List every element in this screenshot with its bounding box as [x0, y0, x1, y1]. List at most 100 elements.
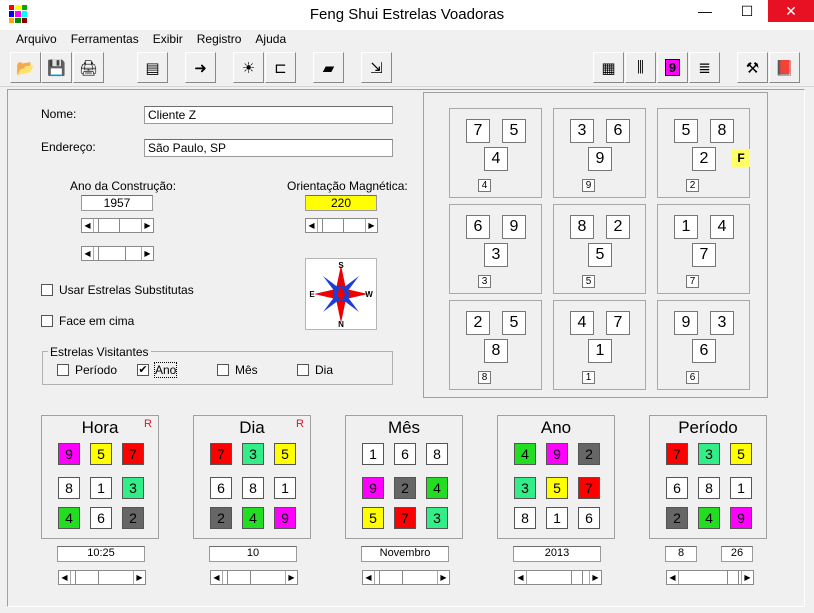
- mountain-star: 7: [466, 119, 490, 143]
- scroll-thumb[interactable]: [379, 571, 403, 584]
- menu-arquivo[interactable]: Arquivo: [9, 30, 64, 48]
- scroll-thumb[interactable]: [227, 571, 251, 584]
- print-button[interactable]: 🖨: [73, 52, 104, 83]
- scroll-right-icon[interactable]: ▶: [141, 219, 153, 232]
- grid-cell: 5: [730, 443, 752, 465]
- close-button[interactable]: ✕: [768, 0, 814, 22]
- grid-scrollbar[interactable]: ◀ ▶: [362, 570, 450, 585]
- scroll-left-icon[interactable]: ◀: [515, 571, 527, 584]
- grid-scrollbar[interactable]: ◀ ▶: [514, 570, 602, 585]
- palace: 25 8 8: [449, 300, 542, 390]
- lightbulb-button[interactable]: ☀: [233, 52, 264, 83]
- substitute-stars-checkbox[interactable]: [41, 284, 53, 296]
- orientation-scrollbar[interactable]: ◀ ▶: [305, 218, 378, 233]
- visitor-checkbox-2[interactable]: [217, 364, 229, 376]
- scroll-left-icon[interactable]: ◀: [59, 571, 71, 584]
- grid-value-field[interactable]: 8: [665, 546, 697, 562]
- grid-cell: 4: [426, 477, 448, 499]
- mountain-star: 9: [674, 311, 698, 335]
- export-button[interactable]: ⇲: [361, 52, 392, 83]
- visitor-checkbox-1[interactable]: ✔: [137, 364, 149, 376]
- face-up-checkbox[interactable]: [41, 315, 53, 327]
- scroll-left-icon[interactable]: ◀: [211, 571, 223, 584]
- save-button[interactable]: 💾: [41, 52, 72, 83]
- maximize-button[interactable]: ☐: [726, 0, 768, 22]
- menu-exibir[interactable]: Exibir: [146, 30, 190, 48]
- properties-button[interactable]: ▤: [137, 52, 168, 83]
- grid-scrollbar[interactable]: ◀ ▶: [210, 570, 298, 585]
- scroll-left-icon[interactable]: ◀: [363, 571, 375, 584]
- scroll-thumb[interactable]: [98, 247, 126, 260]
- grid-value-field[interactable]: 2013: [513, 546, 601, 562]
- orientation-field[interactable]: 220: [305, 195, 377, 211]
- grid-value-field[interactable]: 10:25: [57, 546, 145, 562]
- menu-registro[interactable]: Registro: [190, 30, 249, 48]
- name-field[interactable]: Cliente Z: [144, 106, 393, 124]
- grid-title: Mês: [387, 418, 421, 437]
- menu-ajuda[interactable]: Ajuda: [248, 30, 293, 48]
- year-scrollbar-2[interactable]: ◀ ▶: [81, 246, 154, 261]
- mountain-star: 8: [570, 215, 594, 239]
- bars-button[interactable]: ⫼: [625, 52, 656, 83]
- scroll-right-icon[interactable]: ▶: [589, 571, 601, 584]
- minimize-button[interactable]: —: [684, 0, 726, 22]
- menu-ferramentas[interactable]: Ferramentas: [64, 30, 146, 48]
- lines-button[interactable]: ≣: [689, 52, 720, 83]
- grid-value-field-2[interactable]: 26: [721, 546, 753, 562]
- scroll-right-icon[interactable]: ▶: [141, 247, 153, 260]
- grid-scrollbar[interactable]: ◀ ▶: [666, 570, 754, 585]
- scroll-right-icon[interactable]: ▶: [285, 571, 297, 584]
- arrow-right-button[interactable]: ➜: [185, 52, 216, 83]
- grid-cell: 5: [362, 507, 384, 529]
- compass-rose: S N E W: [305, 258, 377, 330]
- scroll-thumb[interactable]: [571, 571, 583, 584]
- grid-cell: 6: [90, 507, 112, 529]
- scroll-left-icon[interactable]: ◀: [306, 219, 318, 232]
- scroll-right-icon[interactable]: ▶: [437, 571, 449, 584]
- grid-chart-button[interactable]: ▦: [593, 52, 624, 83]
- year-field[interactable]: 1957: [81, 195, 153, 211]
- book-button[interactable]: ▰: [313, 52, 344, 83]
- mountain-star: 2: [466, 311, 490, 335]
- face-up-label: Face em cima: [59, 314, 135, 328]
- nine-button[interactable]: 9: [657, 52, 688, 83]
- period-star: 8: [478, 371, 491, 384]
- scroll-right-icon[interactable]: ▶: [133, 571, 145, 584]
- tools-button[interactable]: ⚒: [737, 52, 768, 83]
- scroll-left-icon[interactable]: ◀: [82, 219, 94, 232]
- help-book-button[interactable]: 📕: [769, 52, 800, 83]
- palace: 14 7 7: [657, 204, 750, 294]
- grid-cell: 1: [274, 477, 296, 499]
- grid-cell: 9: [274, 507, 296, 529]
- water-star: 8: [710, 119, 734, 143]
- address-field[interactable]: São Paulo, SP: [144, 139, 393, 157]
- grid-value-field[interactable]: Novembro: [361, 546, 449, 562]
- scroll-right-icon[interactable]: ▶: [741, 571, 753, 584]
- scroll-left-icon[interactable]: ◀: [82, 247, 94, 260]
- open-button[interactable]: 📂: [10, 52, 41, 83]
- base-star: 5: [588, 243, 612, 267]
- visitor-checkbox-0[interactable]: [57, 364, 69, 376]
- palace: 75 4 4: [449, 108, 542, 198]
- grid-cell: 7: [666, 443, 688, 465]
- scroll-thumb[interactable]: [727, 571, 739, 584]
- grid-scrollbar[interactable]: ◀ ▶: [58, 570, 146, 585]
- visitor-checkbox-3[interactable]: [297, 364, 309, 376]
- scroll-right-icon[interactable]: ▶: [365, 219, 377, 232]
- grid-cell: 8: [698, 477, 720, 499]
- period-star: 4: [478, 179, 491, 192]
- bars-icon: ⫼: [637, 59, 644, 76]
- grid-cell: 9: [546, 443, 568, 465]
- grid-title: Dia: [239, 418, 265, 437]
- scroll-left-icon[interactable]: ◀: [667, 571, 679, 584]
- layout-button[interactable]: ⊏: [265, 52, 296, 83]
- base-star: 1: [588, 339, 612, 363]
- grid-value-field[interactable]: 10: [209, 546, 297, 562]
- visitor-label-2: Mês: [235, 363, 258, 377]
- scroll-thumb[interactable]: [98, 219, 120, 232]
- grid-r-marker: R: [144, 418, 152, 430]
- scroll-thumb[interactable]: [322, 219, 344, 232]
- scroll-thumb[interactable]: [75, 571, 99, 584]
- water-star: 3: [710, 311, 734, 335]
- year-scrollbar[interactable]: ◀ ▶: [81, 218, 154, 233]
